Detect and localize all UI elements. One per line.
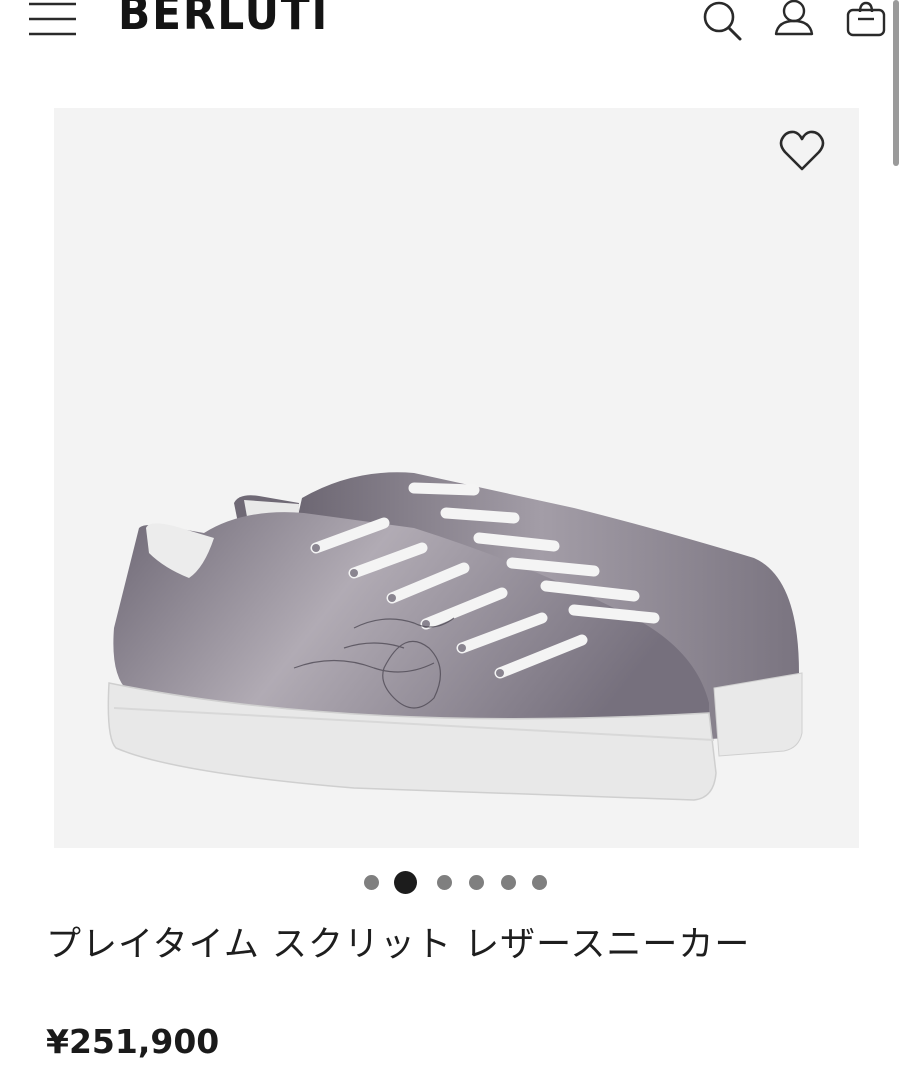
product-page: BERLUTI プレイタイム スクリット レザースニーカー ¥251,900 [0,0,912,1080]
carousel-dot[interactable] [469,875,484,890]
sneaker-illustration [107,472,803,801]
product-image[interactable] [54,108,859,848]
product-price: ¥251,900 [46,1022,220,1061]
site-header: BERLUTI [0,0,912,72]
search-icon[interactable] [700,0,744,44]
carousel-dot[interactable] [437,875,452,890]
carousel-pagination [360,866,560,896]
scrollbar[interactable] [893,0,899,166]
carousel-dot[interactable] [501,875,516,890]
carousel-dot[interactable] [364,875,379,890]
account-icon[interactable] [772,0,816,44]
brand-logo[interactable]: BERLUTI [118,0,329,40]
menu-icon[interactable] [28,0,78,40]
carousel-dot[interactable] [532,875,547,890]
carousel-dot-active[interactable] [394,871,417,894]
shopping-bag-icon[interactable] [844,0,888,44]
heart-icon[interactable] [778,128,826,174]
product-title: プレイタイム スクリット レザースニーカー [46,925,751,965]
